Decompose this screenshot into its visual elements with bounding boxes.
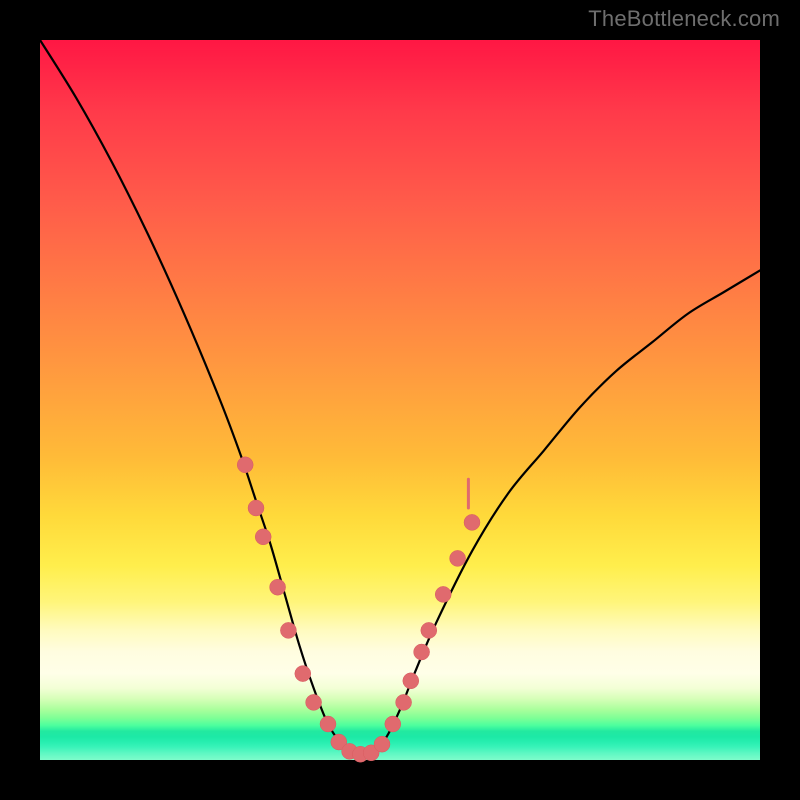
data-point [295, 666, 311, 682]
data-point [450, 550, 466, 566]
chart-overlay [40, 40, 760, 760]
data-point [464, 514, 480, 530]
data-point [237, 457, 253, 473]
data-point [403, 673, 419, 689]
data-point [396, 694, 412, 710]
bottleneck-curve [40, 40, 760, 757]
data-point [255, 529, 271, 545]
data-point [280, 622, 296, 638]
data-point [385, 716, 401, 732]
watermark-text: TheBottleneck.com [588, 6, 780, 32]
data-point [421, 622, 437, 638]
data-point [414, 644, 430, 660]
chart-frame: TheBottleneck.com [0, 0, 800, 800]
data-point [320, 716, 336, 732]
data-point [374, 736, 390, 752]
data-point [270, 579, 286, 595]
data-point [435, 586, 451, 602]
data-point [306, 694, 322, 710]
data-point [248, 500, 264, 516]
